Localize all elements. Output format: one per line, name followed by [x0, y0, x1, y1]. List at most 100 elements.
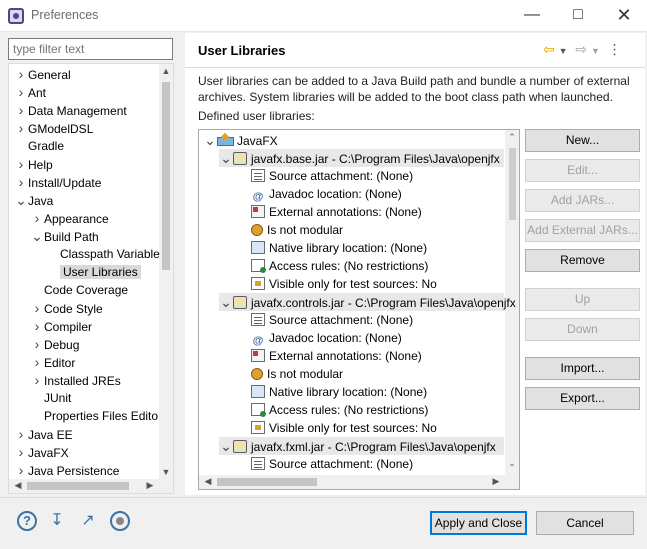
jar-attribute[interactable]: Is not modular [251, 365, 343, 383]
chevron-right-icon[interactable]: › [30, 335, 44, 353]
chevron-right-icon[interactable]: › [14, 425, 28, 443]
nav-item[interactable]: › GModelDSL [14, 119, 94, 137]
scroll-right-arrow-icon[interactable]: ▶ [489, 476, 503, 487]
new-button[interactable]: New... [525, 129, 640, 152]
cancel-button[interactable]: Cancel [536, 511, 634, 535]
chevron-right-icon[interactable]: › [14, 173, 28, 191]
nav-item[interactable]: › Appearance [30, 209, 109, 227]
jar-node[interactable]: ⌄ javafx.base.jar - C:\Program Files\Java… [219, 149, 504, 167]
help-icon[interactable]: ? [17, 511, 37, 531]
libtree-scroll-thumb[interactable] [509, 148, 516, 220]
chevron-down-icon[interactable]: ⌄ [14, 191, 28, 209]
nav-hscroll-thumb[interactable] [27, 482, 129, 490]
import-preferences-icon[interactable]: ↧ [47, 511, 67, 531]
nav-item[interactable]: Code Coverage [30, 281, 128, 299]
nav-item[interactable]: Gradle [14, 137, 64, 155]
add-external-jars-button[interactable]: Add External JARs... [525, 219, 640, 242]
nav-horizontal-scrollbar[interactable]: ◀ ▶ [9, 479, 173, 493]
chevron-down-icon[interactable]: ⌄ [219, 437, 233, 455]
jar-attribute[interactable]: Native library location: (None) [251, 239, 427, 257]
chevron-right-icon[interactable]: › [14, 119, 28, 137]
jar-attribute[interactable]: Is not modular [251, 221, 343, 239]
maximize-button[interactable]: □ [555, 0, 601, 32]
chevron-right-icon[interactable]: › [30, 317, 44, 335]
jar-attribute[interactable]: Access rules: (No restrictions) [251, 257, 428, 275]
nav-item[interactable]: › Code Style [30, 299, 103, 317]
view-menu-icon[interactable]: ⋮ [608, 41, 622, 57]
chevron-right-icon[interactable]: › [30, 299, 44, 317]
nav-item[interactable]: › Editor [30, 353, 76, 371]
chevron-right-icon[interactable]: › [14, 83, 28, 101]
close-button[interactable]: ✕ [601, 0, 647, 32]
scroll-up-arrow-icon[interactable]: ▲ [159, 66, 173, 76]
chevron-down-icon[interactable]: ⌄ [203, 131, 217, 149]
chevron-right-icon[interactable]: › [14, 461, 28, 479]
libtree-horizontal-scrollbar[interactable]: ◀ ▶ [199, 475, 519, 489]
scroll-left-arrow-icon[interactable]: ◀ [11, 480, 25, 491]
back-arrow-icon[interactable]: ⇦ [543, 41, 555, 57]
libtree-hscroll-thumb[interactable] [217, 478, 317, 486]
filter-input[interactable] [8, 38, 173, 60]
scroll-up-arrow-icon[interactable]: ⌃ [505, 132, 519, 143]
chevron-right-icon[interactable]: › [14, 65, 28, 83]
chevron-right-icon[interactable]: › [14, 155, 28, 173]
jar-attribute[interactable]: Access rules: (No restrictions) [251, 401, 428, 419]
nav-item[interactable]: Properties Files Edito [30, 407, 158, 425]
jar-attribute[interactable]: Source attachment: (None) [251, 167, 413, 185]
jar-attribute[interactable]: Source attachment: (None) [251, 311, 413, 329]
jar-node[interactable]: ⌄ javafx.fxml.jar - C:\Program Files\Java… [219, 437, 504, 455]
scroll-down-arrow-icon[interactable]: ▼ [159, 467, 173, 477]
export-preferences-icon[interactable]: ↗ [78, 511, 98, 531]
nav-scroll-thumb[interactable] [162, 82, 170, 270]
remove-button[interactable]: Remove [525, 249, 640, 272]
preferences-nav-tree[interactable]: ▲ ▼ ◀ ▶ › General › Ant › Data Management › GMo… [8, 63, 174, 494]
chevron-down-icon[interactable]: ⌄ [30, 227, 44, 245]
down-button[interactable]: Down [525, 318, 640, 341]
jar-attribute[interactable]: Visible only for test sources: No [251, 419, 437, 437]
chevron-down-icon[interactable]: ⌄ [219, 149, 233, 167]
nav-item[interactable]: Classpath Variable [46, 245, 160, 263]
edit-button[interactable]: Edit... [525, 159, 640, 182]
jar-attribute[interactable]: Source attachment: (None) [251, 455, 413, 473]
nav-item[interactable]: › Java EE [14, 425, 73, 443]
chevron-right-icon[interactable]: › [14, 443, 28, 461]
jar-attribute[interactable]: External annotations: (None) [251, 203, 422, 221]
nav-item[interactable]: › Debug [30, 335, 80, 353]
jar-attribute[interactable]: @ Javadoc location: (None) [251, 329, 402, 347]
nav-item[interactable]: › Installed JREs [30, 371, 121, 389]
user-libraries-tree[interactable]: ⌃ ⌄ ◀ ▶ ⌄ JavaFX ⌄ javafx.base.jar - C:\Pro… [198, 129, 520, 490]
up-button[interactable]: Up [525, 288, 640, 311]
import-button[interactable]: Import... [525, 357, 640, 380]
nav-item[interactable]: › Help [14, 155, 53, 173]
back-dropdown-icon[interactable]: ▼ [559, 46, 568, 56]
chevron-right-icon[interactable]: › [14, 101, 28, 119]
export-button[interactable]: Export... [525, 387, 640, 410]
nav-item[interactable]: › General [14, 65, 71, 83]
nav-item[interactable]: JUnit [30, 389, 71, 407]
nav-item[interactable]: › Compiler [30, 317, 92, 335]
record-icon[interactable] [110, 511, 130, 531]
scroll-down-arrow-icon[interactable]: ⌄ [505, 458, 519, 469]
chevron-right-icon[interactable]: › [30, 371, 44, 389]
nav-item[interactable]: ⌄Java [14, 191, 53, 209]
nav-item[interactable]: › Data Management [14, 101, 127, 119]
jar-attribute[interactable]: External annotations: (None) [251, 347, 422, 365]
scroll-right-arrow-icon[interactable]: ▶ [143, 480, 157, 491]
apply-and-close-button[interactable]: Apply and Close [430, 511, 527, 535]
nav-vertical-scrollbar[interactable]: ▲ ▼ [159, 64, 173, 481]
scroll-left-arrow-icon[interactable]: ◀ [201, 476, 215, 487]
forward-dropdown-icon[interactable]: ▼ [591, 46, 600, 56]
nav-item[interactable]: ⌄Build Path [30, 227, 99, 245]
jar-attribute[interactable]: Native library location: (None) [251, 383, 427, 401]
add-jars-button[interactable]: Add JARs... [525, 189, 640, 212]
nav-item[interactable]: User Libraries [46, 263, 141, 281]
nav-item[interactable]: › Java Persistence [14, 461, 120, 479]
nav-item[interactable]: › Ant [14, 83, 46, 101]
jar-attribute[interactable]: Visible only for test sources: No [251, 275, 437, 293]
chevron-right-icon[interactable]: › [30, 353, 44, 371]
forward-arrow-icon[interactable]: ⇨ [575, 41, 587, 57]
jar-attribute[interactable]: @ Javadoc location: (None) [251, 185, 402, 203]
minimize-button[interactable]: — [509, 0, 555, 32]
jar-node[interactable]: ⌄ javafx.controls.jar - C:\Program Files\… [219, 293, 516, 311]
nav-item[interactable]: › Install/Update [14, 173, 102, 191]
